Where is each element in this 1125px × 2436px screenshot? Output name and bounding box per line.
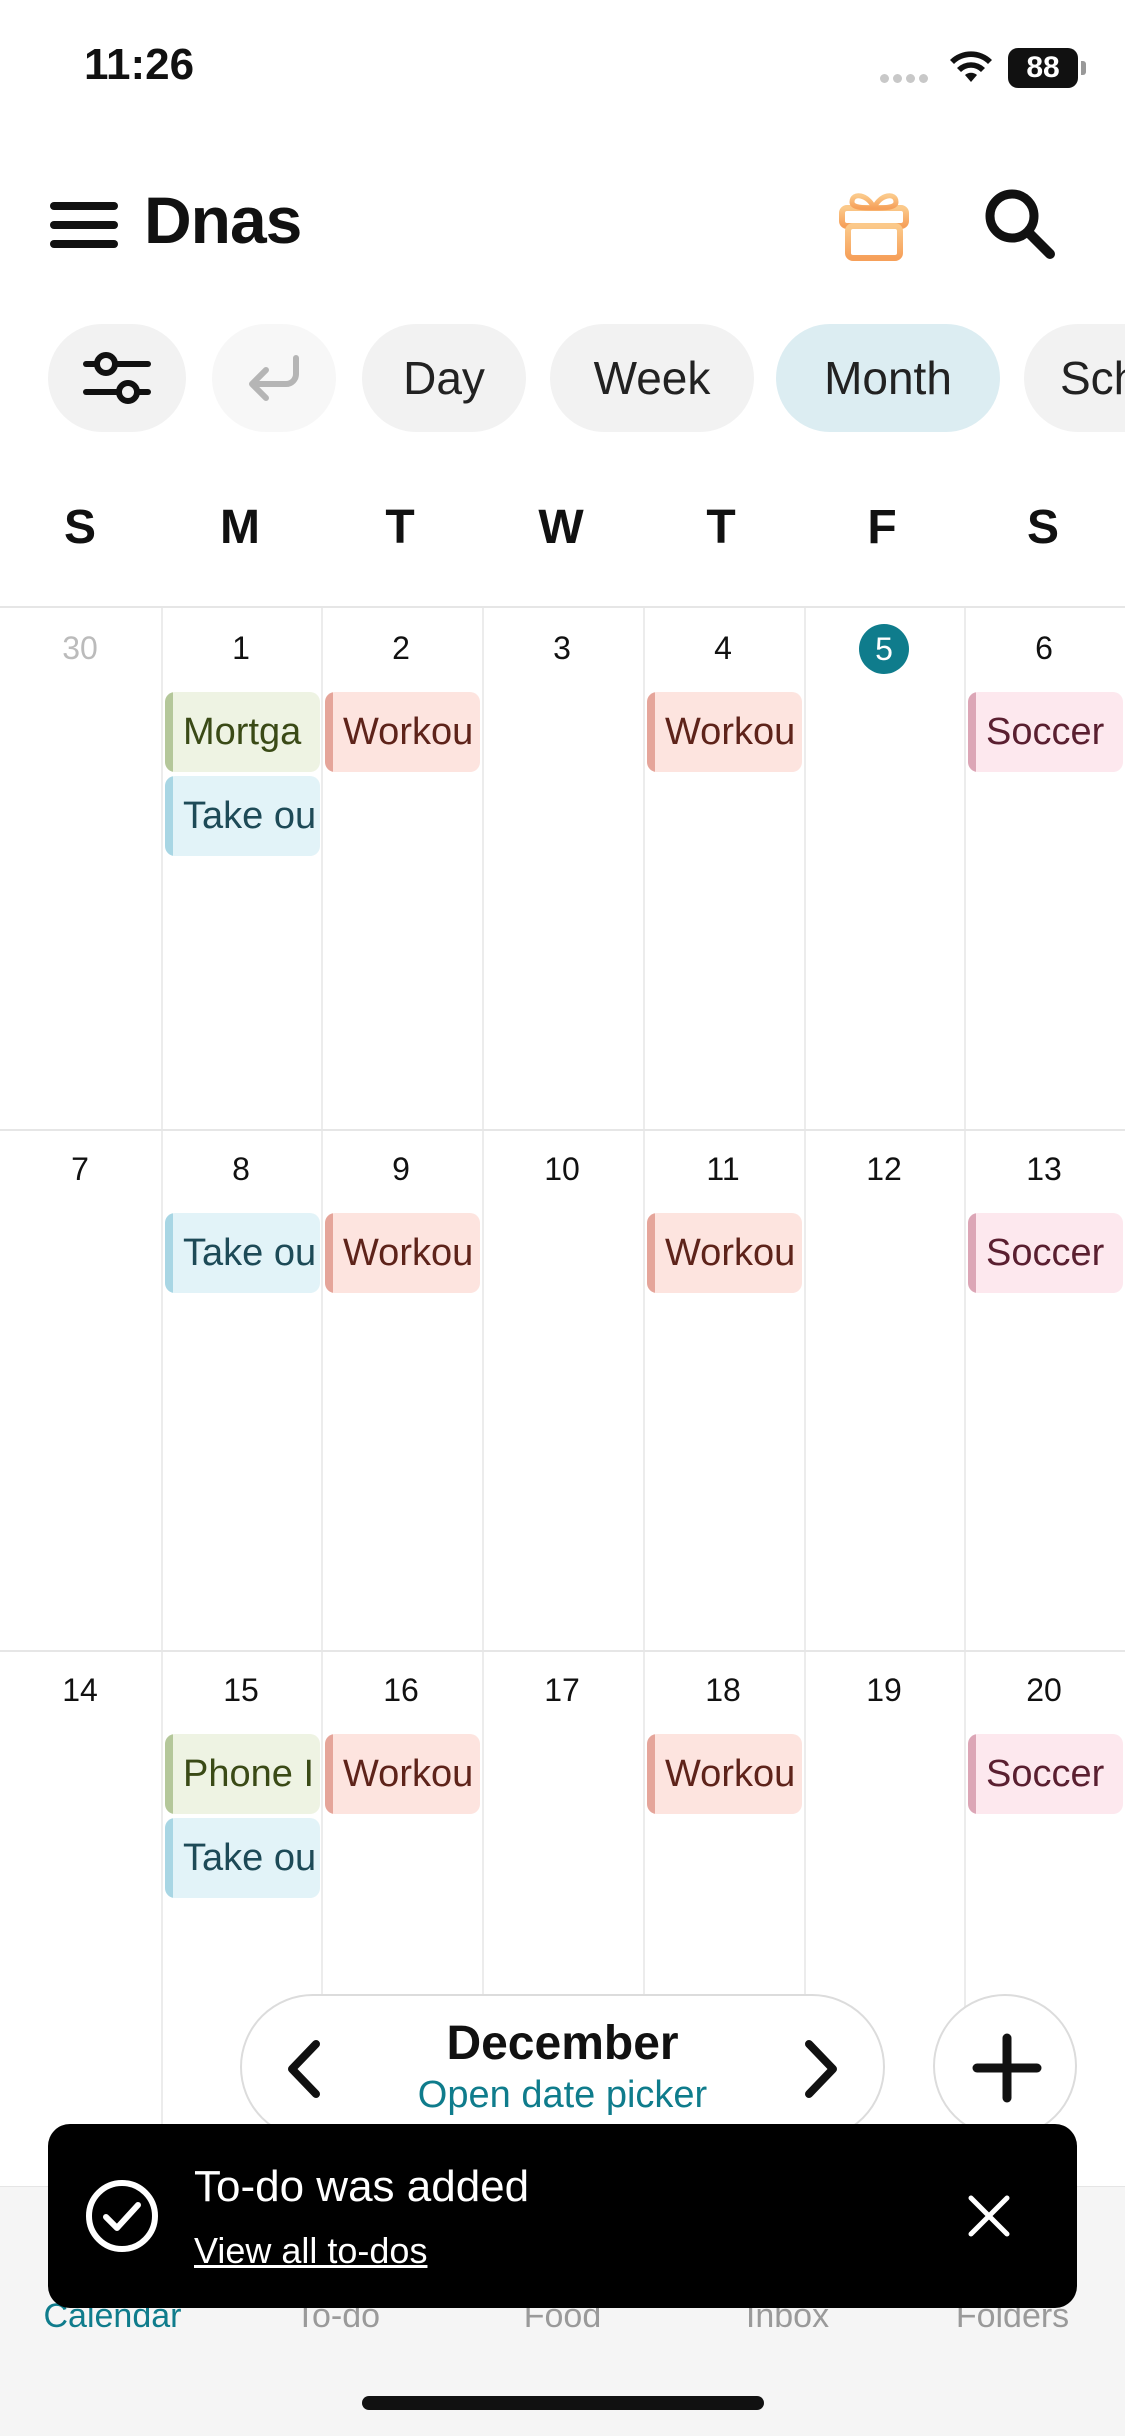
open-date-picker-link[interactable]: Open date picker bbox=[242, 2074, 883, 2117]
chip-month[interactable]: Month bbox=[776, 324, 1000, 432]
calendar-event[interactable]: Workou bbox=[325, 1734, 480, 1814]
calendar-event[interactable]: Take ou bbox=[165, 1818, 320, 1898]
calendar-event[interactable]: Workou bbox=[325, 1213, 480, 1293]
undo-button[interactable] bbox=[212, 324, 336, 432]
day-cell[interactable] bbox=[0, 608, 161, 1129]
day-number: 19 bbox=[866, 1672, 902, 1708]
day-cell[interactable] bbox=[161, 1129, 322, 1650]
plus-icon bbox=[972, 2033, 1042, 2103]
battery-icon: 88 bbox=[1008, 48, 1086, 88]
weekday-label: M bbox=[220, 501, 260, 554]
calendar-event[interactable]: Soccer bbox=[968, 692, 1123, 772]
day-cell[interactable] bbox=[321, 608, 482, 1129]
signal-icon bbox=[880, 70, 936, 83]
day-number: 12 bbox=[866, 1151, 902, 1187]
wifi-icon bbox=[950, 51, 992, 82]
sliders-icon bbox=[83, 352, 151, 404]
day-number: 7 bbox=[71, 1151, 89, 1187]
day-number: 4 bbox=[714, 630, 732, 666]
day-number: 18 bbox=[705, 1672, 741, 1708]
day-number: 14 bbox=[62, 1672, 98, 1708]
month-grid: 30 1 2 3 4 5 6 Mortga Take ou Workou Workou Soccer 7… bbox=[0, 606, 1125, 2168]
day-number: 10 bbox=[544, 1151, 580, 1187]
calendar-event[interactable]: Take ou bbox=[165, 1213, 320, 1293]
weekday-label: T bbox=[706, 501, 736, 554]
close-icon[interactable] bbox=[959, 2186, 1019, 2246]
chip-week[interactable]: Week bbox=[550, 324, 754, 432]
day-cell[interactable] bbox=[964, 608, 1125, 1129]
day-cell[interactable] bbox=[482, 608, 643, 1129]
today-marker[interactable]: 5 bbox=[859, 624, 909, 674]
add-button[interactable] bbox=[933, 1994, 1077, 2138]
calendar-event[interactable]: Workou bbox=[647, 1213, 802, 1293]
status-bar: 11:26 88 bbox=[0, 0, 1125, 140]
day-number: 9 bbox=[392, 1151, 410, 1187]
day-number: 11 bbox=[706, 1151, 740, 1187]
day-cell[interactable] bbox=[964, 1129, 1125, 1650]
weekday-label: W bbox=[538, 501, 584, 554]
chip-schedule[interactable]: Sch bbox=[1024, 324, 1125, 432]
day-number: 3 bbox=[553, 630, 571, 666]
weekday-label: S bbox=[1026, 501, 1059, 554]
day-number: 17 bbox=[544, 1672, 580, 1708]
calendar-event[interactable]: Workou bbox=[647, 1734, 802, 1814]
day-number: 2 bbox=[392, 630, 410, 666]
chip-day[interactable]: Day bbox=[362, 324, 526, 432]
view-all-todos-link[interactable]: View all to-dos bbox=[194, 2230, 427, 2272]
view-chips: Day Week Month Sch bbox=[0, 324, 1125, 434]
page-title: Dnas bbox=[144, 183, 302, 257]
calendar-event[interactable]: Mortga bbox=[165, 692, 320, 772]
month-navigator: December Open date picker bbox=[240, 1994, 885, 2140]
day-cell[interactable] bbox=[804, 608, 965, 1129]
day-number: 6 bbox=[1035, 630, 1053, 666]
day-cell[interactable] bbox=[482, 1129, 643, 1650]
gift-icon[interactable] bbox=[836, 182, 912, 262]
undo-icon bbox=[249, 355, 299, 401]
weekday-label: S bbox=[63, 501, 96, 554]
day-number: 30 bbox=[62, 630, 98, 666]
app-header: Dnas bbox=[0, 160, 1125, 290]
day-number: 16 bbox=[383, 1672, 419, 1708]
day-cell[interactable] bbox=[804, 1129, 965, 1650]
weekday-header: S M T W T F S bbox=[0, 500, 1125, 580]
day-cell[interactable] bbox=[0, 1650, 161, 2171]
day-cell[interactable] bbox=[161, 608, 322, 1129]
toast-message: To-do was added bbox=[194, 2162, 530, 2211]
chevron-right-icon[interactable] bbox=[789, 2034, 849, 2104]
check-circle-icon bbox=[86, 2180, 158, 2252]
hamburger-menu-icon[interactable] bbox=[46, 190, 122, 260]
calendar-event[interactable]: Take ou bbox=[165, 776, 320, 856]
day-number: 20 bbox=[1026, 1672, 1062, 1708]
status-time: 11:26 bbox=[84, 40, 195, 89]
weekday-label: T bbox=[385, 501, 415, 554]
day-cell[interactable] bbox=[643, 608, 804, 1129]
day-number: 1 bbox=[232, 630, 250, 666]
calendar-event[interactable]: Phone I bbox=[165, 1734, 320, 1814]
toast-notification: To-do was added View all to-dos bbox=[48, 2124, 1077, 2308]
calendar-event[interactable]: Soccer bbox=[968, 1213, 1123, 1293]
day-cell[interactable] bbox=[321, 1129, 482, 1650]
search-icon[interactable] bbox=[978, 182, 1058, 262]
day-number: 8 bbox=[232, 1151, 250, 1187]
calendar-event[interactable]: Workou bbox=[325, 692, 480, 772]
calendar-event[interactable]: Workou bbox=[647, 692, 802, 772]
filter-button[interactable] bbox=[48, 324, 186, 432]
home-indicator bbox=[362, 2396, 764, 2410]
current-month: December bbox=[446, 2017, 679, 2070]
day-number: 13 bbox=[1026, 1151, 1062, 1187]
calendar-event[interactable]: Soccer bbox=[968, 1734, 1123, 1814]
day-number: 15 bbox=[223, 1672, 259, 1708]
weekday-label: F bbox=[867, 501, 897, 554]
day-cell[interactable] bbox=[643, 1129, 804, 1650]
day-cell[interactable] bbox=[0, 1129, 161, 1650]
